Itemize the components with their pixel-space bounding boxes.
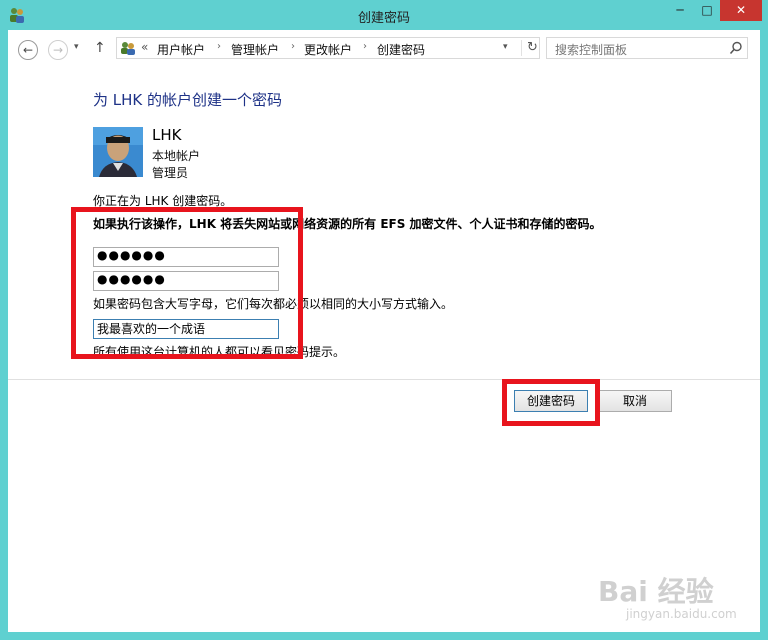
user-avatar [93, 127, 143, 177]
window-frame: 创建密码 ─ □ ✕ ← → ▾ ↑ « 用户帐户 › 管理帐户 › 更改帐户 … [0, 0, 768, 640]
highlight-box-create-button [502, 379, 600, 426]
breadcrumb-separator[interactable]: › [217, 41, 221, 52]
user-account-type: 本地帐户 [152, 149, 201, 163]
breadcrumb-manage-accounts[interactable]: 管理帐户 [231, 41, 279, 58]
search-input[interactable]: 搜索控制面板 [546, 37, 748, 59]
client-area: ← → ▾ ↑ « 用户帐户 › 管理帐户 › 更改帐户 › 创建密码 ▾ ↻ … [8, 30, 760, 632]
baidu-watermark: Bai 经验 jingyan.baidu.com [588, 570, 748, 630]
refresh-icon[interactable]: ↻ [521, 40, 538, 56]
search-placeholder: 搜索控制面板 [555, 43, 628, 57]
address-bar[interactable]: « 用户帐户 › 管理帐户 › 更改帐户 › 创建密码 ▾ ↻ [116, 37, 540, 59]
back-button[interactable]: ← [18, 40, 38, 60]
user-role: 管理员 [152, 166, 189, 180]
divider [8, 379, 760, 380]
cancel-button[interactable]: 取消 [598, 390, 672, 412]
address-dropdown-icon[interactable]: ▾ [503, 42, 508, 52]
breadcrumb-user-accounts[interactable]: 用户帐户 [157, 41, 205, 58]
watermark-logo-text: Bai 经验 [598, 575, 714, 608]
navigation-bar: ← → ▾ ↑ « 用户帐户 › 管理帐户 › 更改帐户 › 创建密码 ▾ ↻ … [8, 30, 760, 68]
breadcrumb-separator[interactable]: › [363, 41, 367, 52]
address-prefix[interactable]: « [141, 40, 148, 54]
breadcrumb-create-password[interactable]: 创建密码 [377, 41, 425, 58]
title-bar[interactable]: 创建密码 ─ □ ✕ [0, 0, 768, 30]
forward-button[interactable]: → [48, 40, 68, 60]
close-button[interactable]: ✕ [720, 0, 762, 21]
page-title: 为 LHK 的帐户创建一个密码 [93, 91, 283, 109]
breadcrumb-change-account[interactable]: 更改帐户 [304, 41, 352, 58]
minimize-button[interactable]: ─ [666, 0, 694, 21]
recent-locations-dropdown[interactable]: ▾ [74, 42, 79, 52]
breadcrumb-separator[interactable]: › [291, 41, 295, 52]
user-name: LHK [152, 126, 182, 144]
control-panel-icon [121, 42, 135, 55]
window-title: 创建密码 [357, 11, 410, 26]
highlight-box-inputs [71, 207, 303, 359]
search-icon[interactable] [729, 41, 743, 55]
maximize-button[interactable]: □ [694, 0, 720, 21]
up-button[interactable]: ↑ [94, 40, 106, 56]
watermark-url: jingyan.baidu.com [626, 607, 737, 621]
